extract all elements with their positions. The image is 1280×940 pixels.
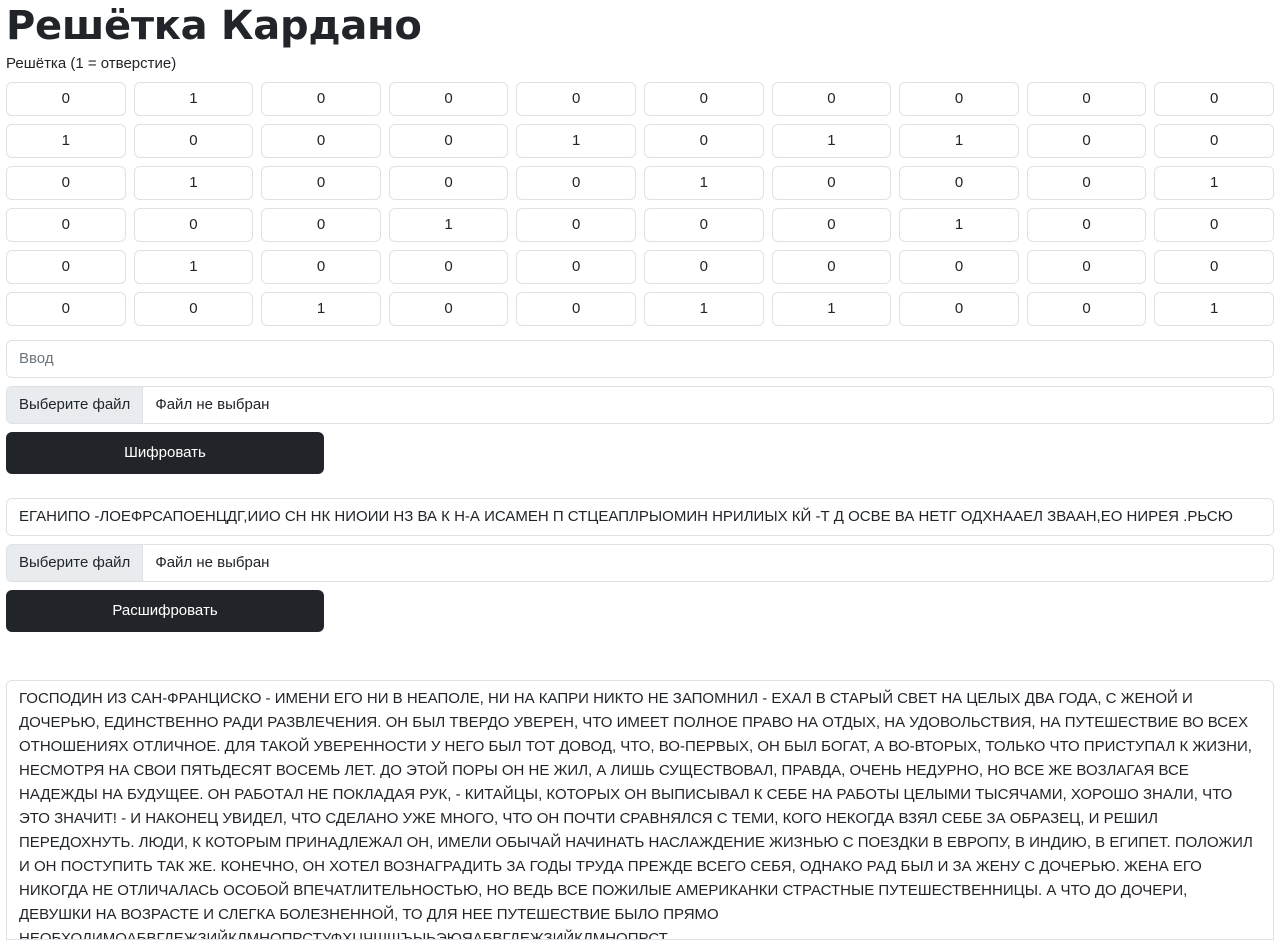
grid-row: 0001000100 bbox=[6, 208, 1274, 242]
grid-cell-input[interactable]: 0 bbox=[6, 208, 126, 242]
decrypt-input[interactable]: ЕГАНИПО -ЛОЕФРСАПОЕНЦДГ,ИИО СН НК НИОИИ … bbox=[6, 498, 1274, 536]
grid-cell-input[interactable]: 1 bbox=[1154, 292, 1274, 326]
grid-cell-input[interactable]: 1 bbox=[261, 292, 381, 326]
grid-cell-input[interactable]: 0 bbox=[1154, 82, 1274, 116]
grid-cell-input[interactable]: 0 bbox=[1026, 82, 1147, 116]
grid-row: 0010011001 bbox=[6, 292, 1274, 326]
grid-cell-input[interactable]: 1 bbox=[133, 82, 254, 116]
grid-cell-input[interactable]: 0 bbox=[388, 292, 509, 326]
grid-cell-input[interactable]: 0 bbox=[133, 292, 254, 326]
grid-cell-input[interactable]: 1 bbox=[516, 124, 636, 158]
grid-cell-input[interactable]: 0 bbox=[643, 208, 764, 242]
grid-cell-input[interactable]: 0 bbox=[388, 250, 509, 284]
grid-cell-input[interactable]: 0 bbox=[261, 250, 381, 284]
grid-cell-input[interactable]: 0 bbox=[1026, 250, 1147, 284]
grid-cell-input[interactable]: 0 bbox=[1154, 208, 1274, 242]
grid-cell-input[interactable]: 1 bbox=[133, 250, 254, 284]
grid-cell-input[interactable]: 0 bbox=[899, 166, 1019, 200]
grid-cell-input[interactable]: 0 bbox=[388, 124, 509, 158]
grid-cell-input[interactable]: 0 bbox=[516, 250, 636, 284]
grid-row: 0100010001 bbox=[6, 166, 1274, 200]
decrypt-file-input[interactable]: Выберите файл Файл не выбран bbox=[6, 544, 1274, 582]
grid-row: 0100000000 bbox=[6, 82, 1274, 116]
grid-cell-input[interactable]: 0 bbox=[388, 82, 509, 116]
grid-cell-input[interactable]: 0 bbox=[771, 82, 892, 116]
grid-cell-input[interactable]: 0 bbox=[771, 208, 892, 242]
grid-cell-input[interactable]: 1 bbox=[388, 208, 509, 242]
grid-cell-input[interactable]: 0 bbox=[643, 250, 764, 284]
grid-cell-input[interactable]: 1 bbox=[643, 292, 764, 326]
grid-cell-input[interactable]: 0 bbox=[133, 208, 254, 242]
grid-cell-input[interactable]: 0 bbox=[1154, 250, 1274, 284]
grid-row: 1000101100 bbox=[6, 124, 1274, 158]
decrypt-file-button[interactable]: Выберите файл bbox=[7, 545, 144, 581]
grid-cell-input[interactable]: 1 bbox=[771, 292, 892, 326]
encrypt-file-status: Файл не выбран bbox=[155, 396, 270, 413]
grid-cell-input[interactable]: 0 bbox=[899, 250, 1019, 284]
grid-cell-input[interactable]: 0 bbox=[6, 166, 126, 200]
grid-cell-input[interactable]: 0 bbox=[771, 166, 892, 200]
encrypt-button[interactable]: Шифровать bbox=[6, 432, 324, 474]
decrypt-button[interactable]: Расшифровать bbox=[6, 590, 324, 632]
grid-cell-input[interactable]: 1 bbox=[1154, 166, 1274, 200]
grid-cell-input[interactable]: 0 bbox=[1026, 208, 1147, 242]
grid-cell-input[interactable]: 0 bbox=[516, 292, 636, 326]
output-textarea[interactable]: ГОСПОДИН ИЗ САН-ФРАНЦИСКО - ИМЕНИ ЕГО НИ… bbox=[6, 680, 1274, 940]
grid-cell-input[interactable]: 1 bbox=[6, 124, 126, 158]
grid-cell-input[interactable]: 0 bbox=[899, 82, 1019, 116]
grid-cell-input[interactable]: 0 bbox=[899, 292, 1019, 326]
grid-row: 0100000000 bbox=[6, 250, 1274, 284]
grid-cell-input[interactable]: 0 bbox=[261, 124, 381, 158]
grid-cell-input[interactable]: 0 bbox=[6, 250, 126, 284]
grid-cell-input[interactable]: 0 bbox=[261, 166, 381, 200]
encrypt-input[interactable]: Ввод bbox=[6, 340, 1274, 378]
grid-cell-input[interactable]: 0 bbox=[643, 124, 764, 158]
grid-cell-input[interactable]: 0 bbox=[771, 250, 892, 284]
encrypt-file-button[interactable]: Выберите файл bbox=[7, 387, 144, 423]
grid-cell-input[interactable]: 1 bbox=[771, 124, 892, 158]
grid-cell-input[interactable]: 0 bbox=[1026, 292, 1147, 326]
grid-cell-input[interactable]: 1 bbox=[899, 124, 1019, 158]
grid-cell-input[interactable]: 0 bbox=[261, 208, 381, 242]
grid-cell-input[interactable]: 0 bbox=[388, 166, 509, 200]
grid-cell-input[interactable]: 0 bbox=[1026, 166, 1147, 200]
grid-cell-input[interactable]: 0 bbox=[643, 82, 764, 116]
grid-cell-input[interactable]: 0 bbox=[261, 82, 381, 116]
grid-cell-input[interactable]: 0 bbox=[6, 82, 126, 116]
grid-cell-input[interactable]: 0 bbox=[516, 166, 636, 200]
grid-label: Решётка (1 = отверстие) bbox=[6, 55, 177, 72]
grid-cell-input[interactable]: 0 bbox=[6, 292, 126, 326]
grid-cell-input[interactable]: 0 bbox=[1154, 124, 1274, 158]
grid-cell-input[interactable]: 1 bbox=[899, 208, 1019, 242]
grid-cell-input[interactable]: 0 bbox=[1026, 124, 1147, 158]
app-container: Решётка Кардано Решётка (1 = отверстие) … bbox=[0, 0, 1280, 940]
grid-cell-input[interactable]: 1 bbox=[133, 166, 254, 200]
decrypt-file-status: Файл не выбран bbox=[155, 554, 270, 571]
grid-cell-input[interactable]: 0 bbox=[516, 208, 636, 242]
cardano-grid: 0100000000100010110001000100010001000100… bbox=[6, 82, 1274, 326]
grid-cell-input[interactable]: 1 bbox=[643, 166, 764, 200]
grid-cell-input[interactable]: 0 bbox=[516, 82, 636, 116]
grid-cell-input[interactable]: 0 bbox=[133, 124, 254, 158]
encrypt-file-input[interactable]: Выберите файл Файл не выбран bbox=[6, 386, 1274, 424]
page-title: Решётка Кардано bbox=[6, 3, 422, 49]
